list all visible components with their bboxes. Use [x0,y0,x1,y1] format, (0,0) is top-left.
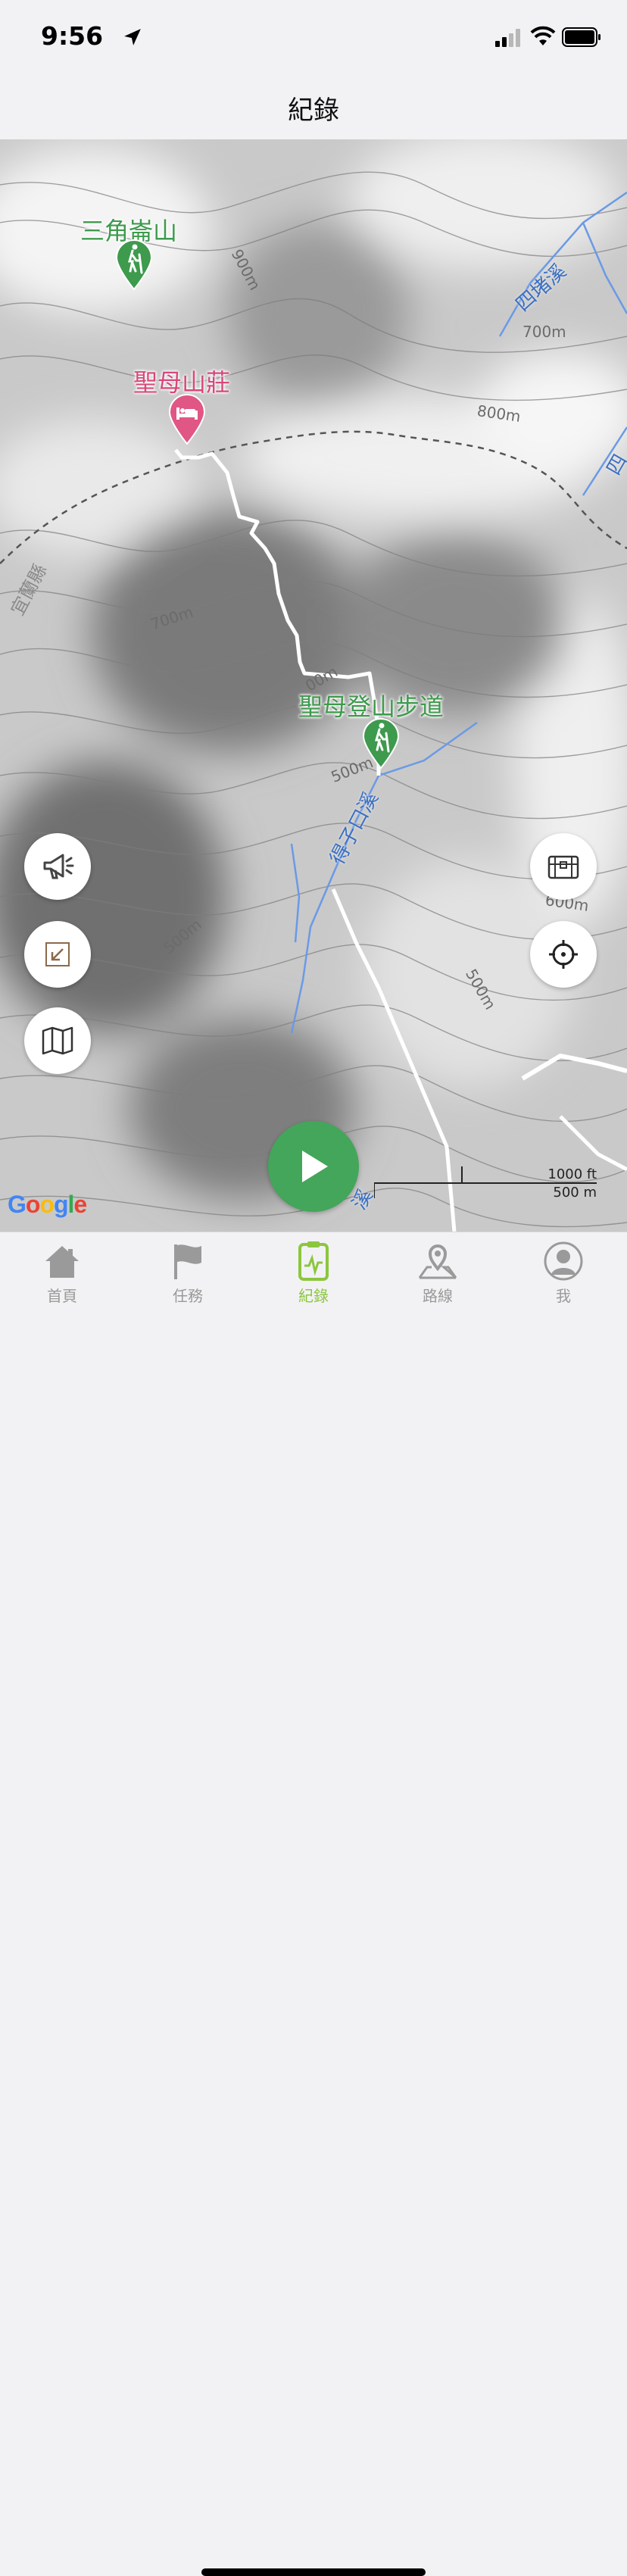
tab-missions[interactable]: 任務 [142,1240,233,1308]
tab-profile[interactable]: 我 [518,1240,609,1308]
tab-label: 首頁 [47,1287,77,1305]
status-bar: 9:56 [0,0,627,76]
location-arrow-icon [124,29,141,45]
home-icon [45,1246,79,1278]
home-indicator[interactable] [201,2568,426,2576]
play-icon [302,1151,328,1182]
locate-me-button[interactable] [530,921,597,988]
chest-icon [547,855,579,879]
start-record-button[interactable] [268,1121,359,1212]
tab-label: 紀錄 [298,1287,329,1305]
treasure-chest-button[interactable] [530,833,597,900]
lodging-pin-icon[interactable] [167,392,207,445]
status-time: 9:56 [41,21,104,51]
wifi-icon [530,26,556,45]
scale-metric-label: 500 m [553,1185,597,1201]
crosshair-icon [549,940,578,969]
battery-icon [562,27,600,47]
google-logo: Google [8,1191,87,1218]
broadcast-button[interactable] [24,833,91,900]
arrow-down-left-icon [45,942,70,966]
hiker-pin-icon[interactable] [114,238,154,291]
tab-label: 路線 [423,1287,453,1305]
scale-imperial-label: 1000 ft [547,1166,597,1182]
page-title: 紀錄 [288,95,339,126]
map-icon [42,1026,73,1055]
profile-icon [544,1241,583,1281]
tab-records[interactable]: 紀錄 [268,1240,359,1308]
map-view[interactable]: 三角崙山 聖母山莊 聖母登山步道 四堵溪 得子口溪 四 溪 宜蘭縣 900m 7… [0,139,627,1232]
collapse-button[interactable] [24,921,91,988]
megaphone-icon [43,854,74,879]
record-icon [298,1241,329,1281]
flag-icon [174,1244,201,1279]
map-layers-button[interactable] [24,1007,91,1074]
route-icon [418,1244,457,1279]
tab-label: 我 [556,1287,571,1305]
tab-routes[interactable]: 路線 [392,1240,483,1308]
tab-label: 任務 [173,1287,203,1305]
contour-label: 700m [522,323,566,341]
cellular-signal-icon [495,29,520,47]
tab-bar: 首頁 任務 紀錄 路線 我 [0,1232,627,2576]
tab-home[interactable]: 首頁 [17,1240,108,1308]
navigation-bar: 紀錄 [0,76,627,140]
